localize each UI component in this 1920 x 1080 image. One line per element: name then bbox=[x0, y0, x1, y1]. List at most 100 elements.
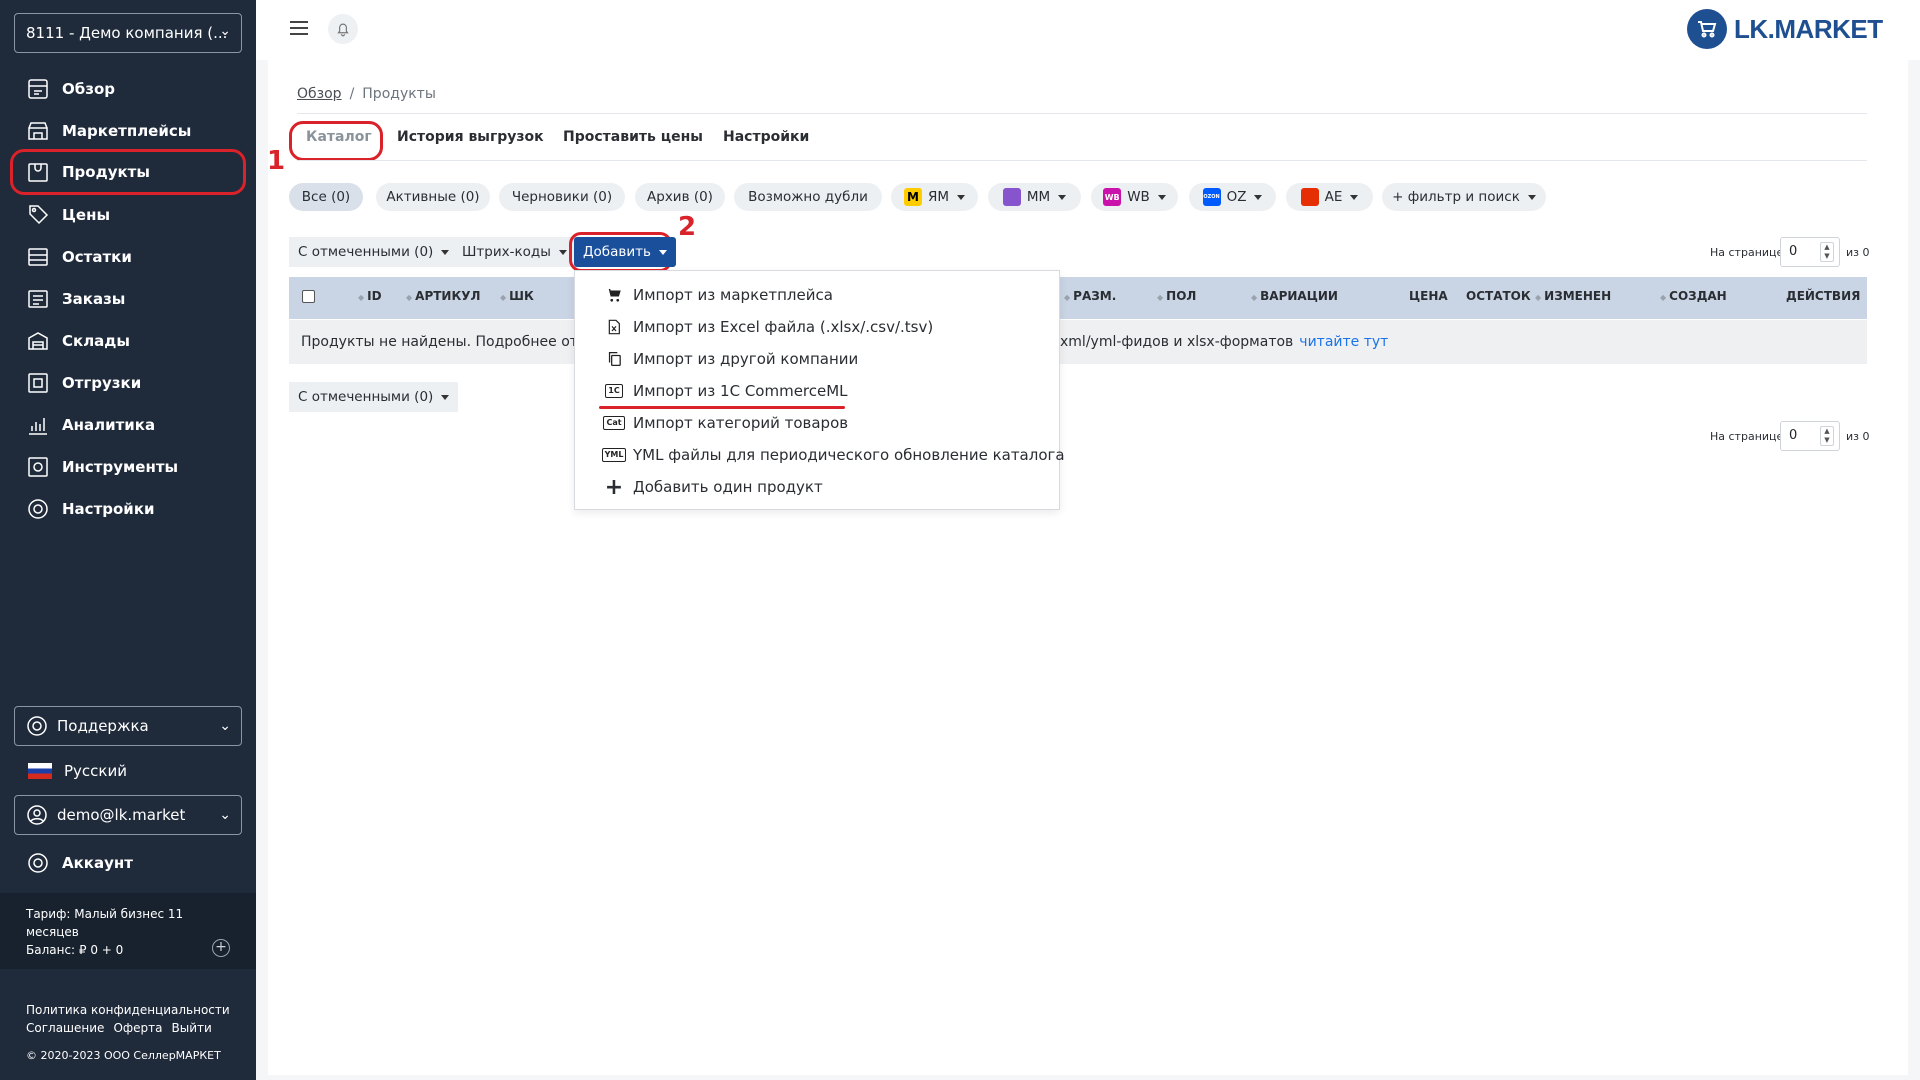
sidebar-item-settings[interactable]: Настройки bbox=[10, 488, 246, 530]
cart-icon bbox=[603, 286, 625, 304]
column-header-actions: ДЕЙСТВИЯ bbox=[1786, 289, 1861, 303]
menu-item-import-company[interactable]: Импорт из другой компании bbox=[603, 347, 858, 371]
agreement-link[interactable]: Соглашение bbox=[26, 1021, 104, 1035]
logo[interactable]: LK.MARKET bbox=[1687, 9, 1883, 49]
menu-item-import-categories[interactable]: Cat Импорт категорий товаров bbox=[603, 411, 848, 435]
tariff-line: Тариф: Малый бизнес 11 bbox=[26, 907, 184, 921]
sidebar-item-account[interactable]: Аккаунт bbox=[10, 842, 246, 884]
filter-search-button[interactable]: + фильтр и поиск bbox=[1382, 183, 1546, 211]
filter-marketplace-ae[interactable]: AE bbox=[1286, 183, 1373, 211]
menu-item-import-marketplace[interactable]: Импорт из маркетплейса bbox=[603, 283, 833, 307]
add-button[interactable]: Добавить bbox=[574, 237, 676, 267]
per-page-input[interactable]: 0 ▲ ▼ bbox=[1780, 237, 1840, 267]
with-selected-button-bottom[interactable]: С отмеченными (0) bbox=[289, 382, 459, 412]
column-header-gender[interactable]: ◆ ПОЛ bbox=[1157, 289, 1196, 303]
with-selected-button[interactable]: С отмеченными (0) bbox=[289, 237, 459, 267]
icon-badge: Cat bbox=[603, 416, 625, 430]
read-here-link[interactable]: читайте тут bbox=[1299, 334, 1388, 350]
add-dropdown-menu: Импорт из маркетплейса Импорт из Excel ф… bbox=[574, 270, 1065, 510]
marketplace-label: ЯМ bbox=[927, 189, 950, 205]
menu-item-label: Импорт из Excel файла (.xlsx/.csv/.tsv) bbox=[633, 318, 934, 336]
filter-drafts[interactable]: Черновики (0) bbox=[499, 183, 625, 211]
hamburger-menu-icon[interactable] bbox=[290, 21, 308, 35]
chevron-down-icon: ⌄ bbox=[219, 807, 231, 823]
prices-icon bbox=[29, 205, 49, 225]
column-header-size[interactable]: ◆ РАЗМ. bbox=[1064, 289, 1116, 303]
caret-down-icon bbox=[558, 249, 567, 255]
offer-link[interactable]: Оферта bbox=[113, 1021, 162, 1035]
menu-item-import-1c[interactable]: 1C Импорт из 1С CommerceML bbox=[603, 379, 848, 403]
ozon-icon: OZON bbox=[1202, 188, 1221, 206]
sidebar-item-orders[interactable]: Заказы bbox=[10, 278, 246, 320]
menu-item-add-one[interactable]: + Добавить один продукт bbox=[603, 475, 823, 500]
filter-marketplace-mm[interactable]: ММ bbox=[988, 183, 1081, 211]
stepper-icon[interactable]: ▲ ▼ bbox=[1820, 242, 1834, 262]
1c-icon: 1C bbox=[603, 382, 625, 400]
tab-upload-history[interactable]: История выгрузок bbox=[397, 129, 544, 155]
tariff-block: Тариф: Малый бизнес 11 месяцев Баланс: ₽… bbox=[0, 893, 256, 969]
filter-marketplace-ym[interactable]: M ЯМ bbox=[891, 183, 978, 211]
yml-icon: YML bbox=[601, 446, 627, 464]
column-header-created[interactable]: ◆ СОЗДАН bbox=[1660, 289, 1727, 303]
privacy-link[interactable]: Политика конфиденциальности bbox=[26, 1003, 230, 1017]
notification-bell-icon[interactable] bbox=[328, 14, 358, 44]
sidebar-item-overview[interactable]: Обзор bbox=[10, 68, 246, 110]
barcodes-label: Штрих-коды bbox=[462, 244, 551, 260]
menu-item-import-excel[interactable]: Импорт из Excel файла (.xlsx/.csv/.tsv) bbox=[603, 315, 933, 339]
per-page-value: 0 bbox=[1789, 428, 1798, 443]
caret-down-icon bbox=[1254, 194, 1263, 200]
tab-set-prices[interactable]: Проставить цены bbox=[563, 129, 703, 155]
caret-down-icon bbox=[1527, 194, 1536, 200]
select-all-checkbox[interactable] bbox=[302, 290, 315, 303]
marketplace-label: OZ bbox=[1226, 189, 1247, 205]
column-header-modified[interactable]: ◆ ИЗМЕНЕН bbox=[1535, 289, 1611, 303]
filter-archive[interactable]: Архив (0) bbox=[635, 183, 725, 211]
caret-down-icon bbox=[1058, 194, 1067, 200]
analytics-icon bbox=[29, 418, 47, 435]
of-total-label: из 0 bbox=[1846, 246, 1870, 259]
column-header-id[interactable]: ◆ ID bbox=[358, 289, 382, 303]
aliexpress-icon bbox=[1300, 188, 1319, 206]
column-header-barcode[interactable]: ◆ ШК bbox=[500, 289, 534, 303]
sidebar-item-label: Обзор bbox=[62, 80, 115, 98]
menu-item-label: Импорт из маркетплейса bbox=[633, 286, 833, 304]
filter-marketplace-oz[interactable]: OZON OZ bbox=[1189, 183, 1276, 211]
sidebar-item-marketplaces[interactable]: Маркетплейсы bbox=[10, 110, 246, 152]
column-header-variations[interactable]: ◆ ВАРИАЦИИ bbox=[1251, 289, 1338, 303]
sidebar-item-tools[interactable]: Инструменты bbox=[10, 446, 246, 488]
column-header-sku[interactable]: ◆ АРТИКУЛ bbox=[406, 289, 481, 303]
per-page-label: На странице bbox=[1710, 246, 1784, 259]
add-balance-icon[interactable]: + bbox=[212, 939, 230, 957]
sidebar-item-stock[interactable]: Остатки bbox=[10, 236, 246, 278]
sort-icon: ◆ bbox=[1064, 293, 1071, 302]
user-dropdown[interactable]: demo@lk.market ⌄ bbox=[14, 795, 242, 835]
sidebar-item-prices[interactable]: Цены bbox=[10, 194, 246, 236]
filter-all[interactable]: Все (0) bbox=[289, 183, 363, 211]
sidebar-item-analytics[interactable]: Аналитика bbox=[10, 404, 246, 446]
sidebar-item-products[interactable]: Продукты bbox=[10, 149, 246, 195]
support-label: Поддержка bbox=[57, 717, 149, 735]
column-header-label: ID bbox=[367, 289, 382, 303]
logo-text: LK.MARKET bbox=[1734, 13, 1883, 44]
per-page-input-bottom[interactable]: 0 ▲ ▼ bbox=[1780, 421, 1840, 451]
tab-settings[interactable]: Настройки bbox=[723, 129, 809, 155]
logout-link[interactable]: Выйти bbox=[172, 1021, 212, 1035]
marketplace-label: WB bbox=[1127, 189, 1150, 205]
filter-active[interactable]: Активные (0) bbox=[376, 183, 490, 211]
breadcrumb-home[interactable]: Обзор bbox=[297, 86, 342, 102]
menu-item-yml-files[interactable]: YML YML файлы для периодического обновле… bbox=[601, 443, 1065, 467]
support-dropdown[interactable]: Поддержка ⌄ bbox=[14, 706, 242, 746]
sidebar-item-label: Склады bbox=[62, 332, 130, 350]
filter-marketplace-wb[interactable]: WB WB bbox=[1091, 183, 1178, 211]
language-selector[interactable]: Русский bbox=[28, 762, 127, 780]
sidebar-item-shipments[interactable]: Отгрузки bbox=[10, 362, 246, 404]
stepper-icon[interactable]: ▲ ▼ bbox=[1820, 426, 1834, 446]
tab-catalog[interactable]: Каталог bbox=[306, 129, 372, 155]
sidebar-item-warehouses[interactable]: Склады bbox=[10, 320, 246, 362]
sidebar-item-label: Аккаунт bbox=[62, 854, 133, 872]
filter-duplicates[interactable]: Возможно дубли bbox=[734, 183, 882, 211]
barcodes-button[interactable]: Штрих-коды bbox=[453, 237, 576, 267]
breadcrumb-separator: / bbox=[349, 86, 355, 102]
company-selector[interactable]: 8111 - Демо компания (... ⌄ bbox=[14, 13, 242, 53]
per-page-value: 0 bbox=[1789, 244, 1798, 259]
